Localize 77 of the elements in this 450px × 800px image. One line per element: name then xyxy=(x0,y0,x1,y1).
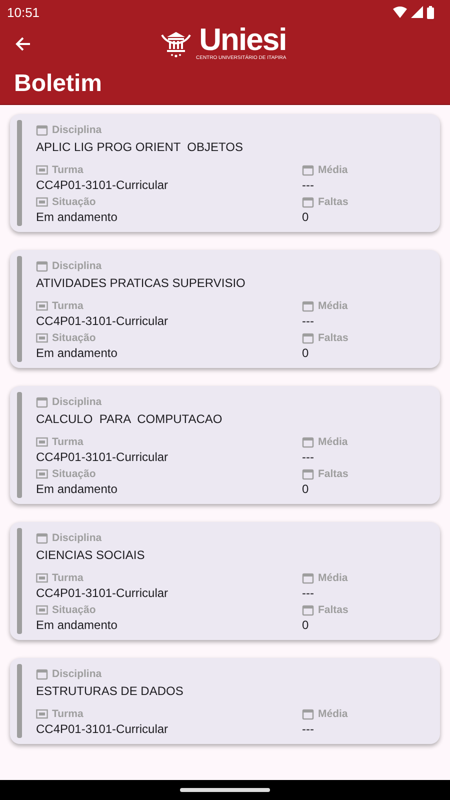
field-label: Situação xyxy=(52,604,96,616)
calendar-icon xyxy=(36,260,48,272)
grade-value: --- xyxy=(302,585,315,602)
id-card-icon xyxy=(36,468,48,480)
class-value: CC4P01-3101-Curricular xyxy=(36,177,170,194)
class-value: CC4P01-3101-Curricular xyxy=(36,585,170,602)
calendar-icon xyxy=(36,532,48,544)
field-label: Situação xyxy=(52,196,96,208)
course-name: CIENCIAS SOCIAIS xyxy=(36,547,146,564)
grade-value: --- xyxy=(302,721,315,738)
logo-name: Uniesi xyxy=(199,25,286,55)
field-label: Turma xyxy=(52,708,84,720)
calendar-icon xyxy=(36,668,48,680)
grade-value: --- xyxy=(302,177,315,194)
calendar-icon xyxy=(302,164,314,176)
status-value: Em andamento xyxy=(36,209,118,226)
field-label: Faltas xyxy=(318,604,348,616)
grade-value: --- xyxy=(302,313,315,330)
calendar-icon xyxy=(302,196,314,208)
id-card-icon xyxy=(36,572,48,584)
course-name: APLIC LIG PROG ORIENT OBJETOS xyxy=(36,139,244,156)
field-label: Turma xyxy=(52,164,84,176)
status-time: 10:51 xyxy=(7,4,40,20)
field-label: Disciplina xyxy=(52,124,102,136)
course-name: ATIVIDADES PRATICAS SUPERVISIO xyxy=(36,275,246,292)
calendar-icon xyxy=(302,332,314,344)
course-name: ESTRUTURAS DE DADOS xyxy=(36,683,184,700)
class-value: CC4P01-3101-Curricular xyxy=(36,449,170,466)
calendar-icon xyxy=(302,708,314,720)
calendar-icon xyxy=(36,396,48,408)
home-handle[interactable] xyxy=(180,788,270,792)
battery-icon xyxy=(427,6,434,18)
field-label: Faltas xyxy=(318,332,348,344)
field-label: Faltas xyxy=(318,468,348,480)
id-card-icon xyxy=(36,300,48,312)
status-value: Em andamento xyxy=(36,617,118,634)
calendar-icon xyxy=(302,604,314,616)
calendar-icon xyxy=(302,468,314,480)
absences-value: 0 xyxy=(302,345,310,362)
id-card-icon xyxy=(36,708,48,720)
calendar-icon xyxy=(302,436,314,448)
field-label: Disciplina xyxy=(52,396,102,408)
field-label: Disciplina xyxy=(52,668,102,680)
field-label: Situação xyxy=(52,468,96,480)
absences-value: 0 xyxy=(302,481,310,498)
back-arrow-icon xyxy=(15,36,31,52)
field-label: Turma xyxy=(52,572,84,584)
field-label: Média xyxy=(318,572,348,584)
page-title: Boletim xyxy=(0,64,450,105)
wifi-icon xyxy=(393,6,407,18)
absences-value: 0 xyxy=(302,209,310,226)
field-label: Média xyxy=(318,436,348,448)
id-card-icon xyxy=(36,604,48,616)
id-card-icon xyxy=(36,332,48,344)
calendar-icon xyxy=(302,300,314,312)
calendar-icon xyxy=(302,572,314,584)
signal-icon xyxy=(411,6,423,18)
status-value: Em andamento xyxy=(36,481,118,498)
id-card-icon xyxy=(36,164,48,176)
id-card-icon xyxy=(36,196,48,208)
calendar-icon xyxy=(36,124,48,136)
absences-value: 0 xyxy=(302,617,310,634)
field-label: Faltas xyxy=(318,196,348,208)
status-value: Em andamento xyxy=(36,345,118,362)
field-label: Média xyxy=(318,300,348,312)
class-value: CC4P01-3101-Curricular xyxy=(36,313,170,330)
course-name: CALCULO PARA COMPUTACAO xyxy=(36,411,224,428)
field-label: Disciplina xyxy=(52,532,102,544)
class-value: CC4P01-3101-Curricular xyxy=(36,721,170,738)
field-label: Turma xyxy=(52,436,84,448)
id-card-icon xyxy=(36,436,48,448)
grade-value: --- xyxy=(302,449,315,466)
field-label: Média xyxy=(318,164,348,176)
field-label: Média xyxy=(318,708,348,720)
field-label: Situação xyxy=(52,332,96,344)
field-label: Disciplina xyxy=(52,260,102,272)
field-label: Turma xyxy=(52,300,84,312)
